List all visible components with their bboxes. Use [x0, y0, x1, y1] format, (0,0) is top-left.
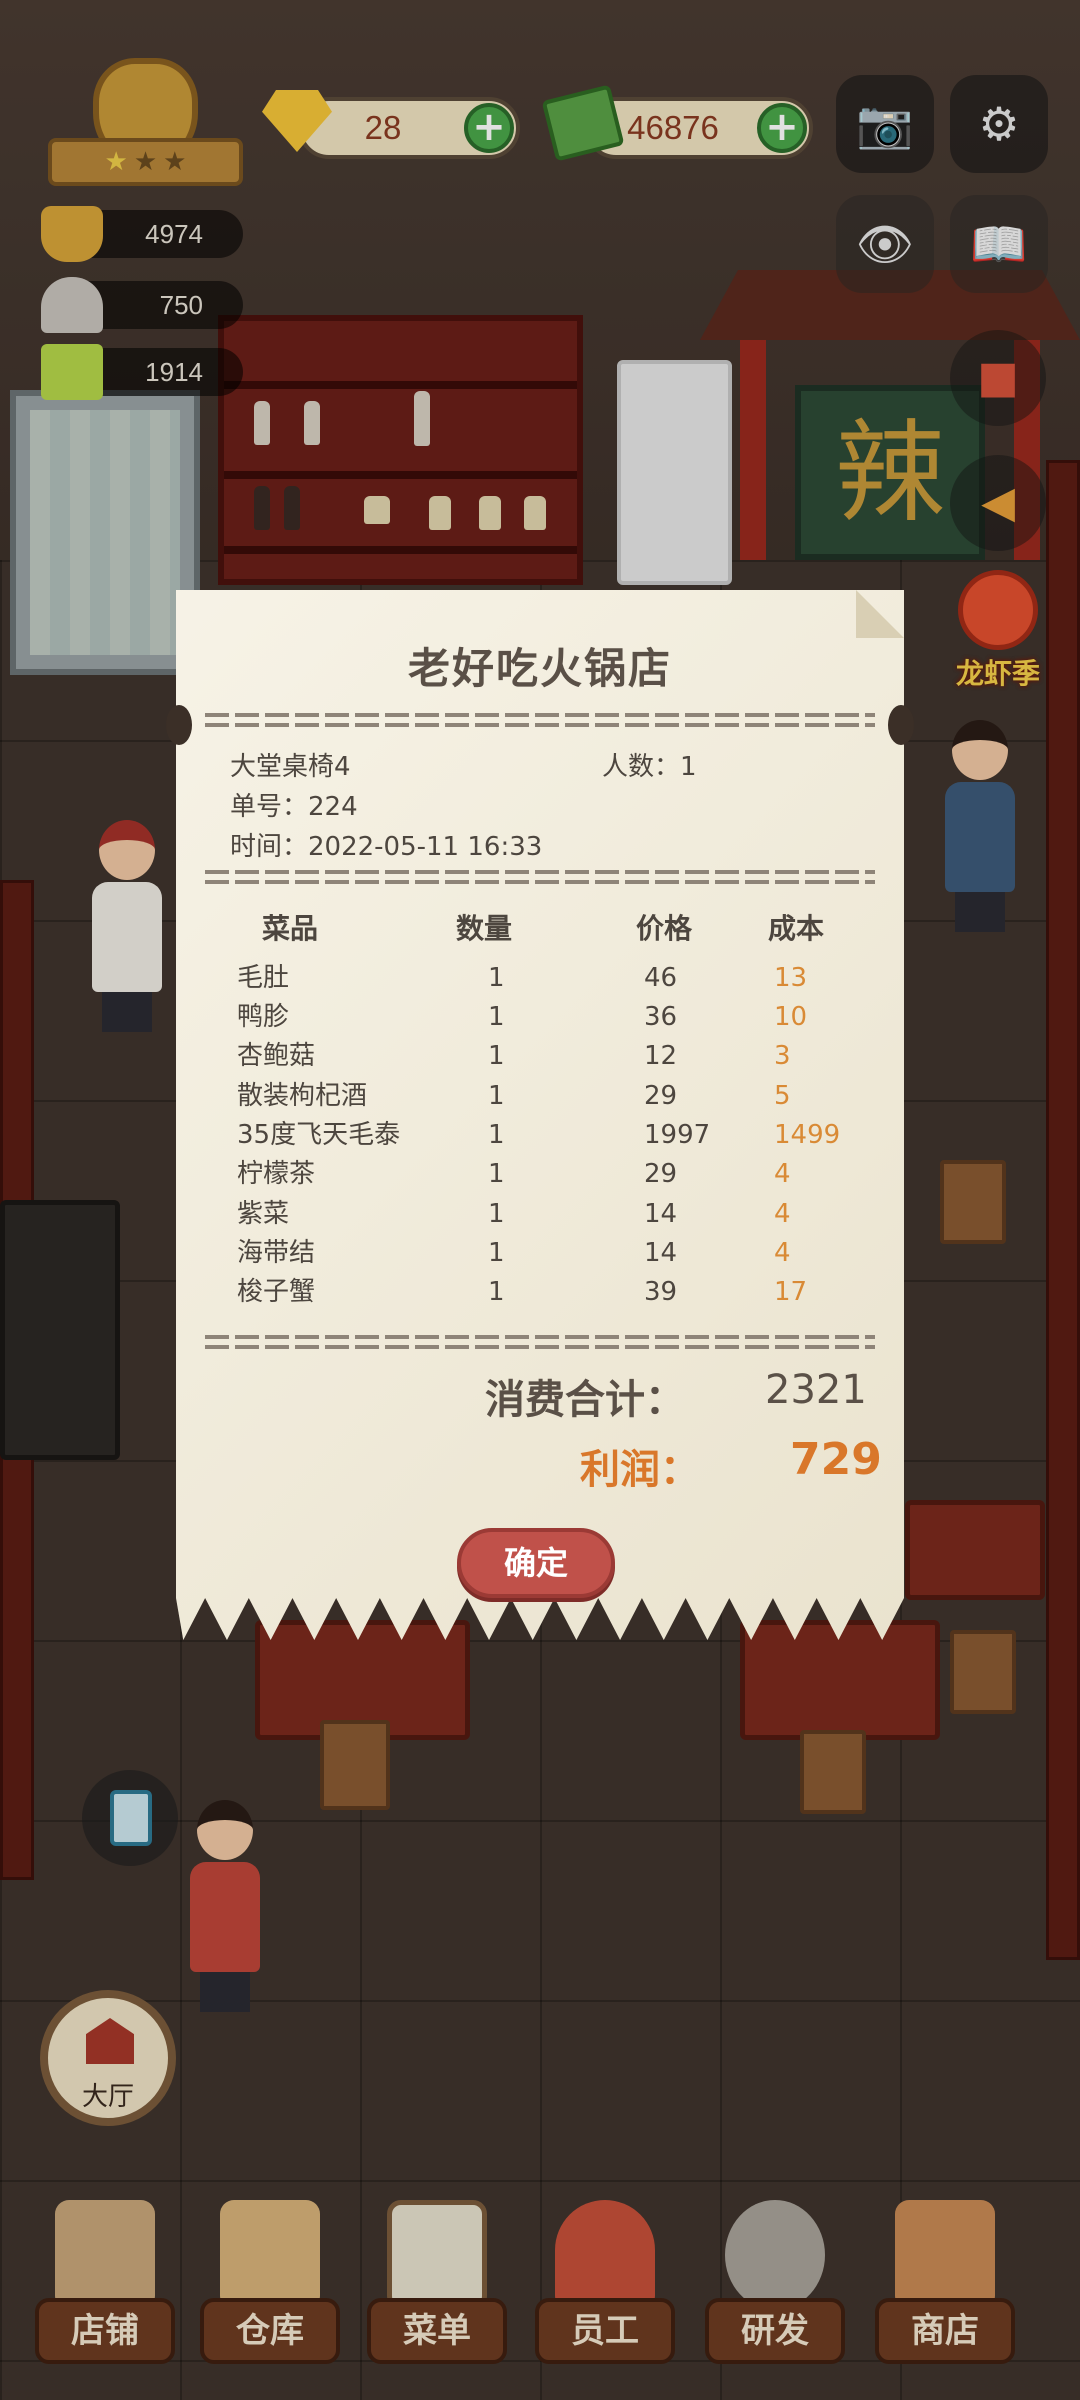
total-value: 2321	[765, 1367, 867, 1413]
column-header-price: 价格	[636, 912, 693, 945]
list-item: 35度飞天毛泰 1 1997 1499	[237, 1120, 841, 1150]
receipt-notch-right	[888, 705, 914, 745]
divider	[205, 713, 875, 729]
list-item: 毛肚 1 46 13	[237, 963, 808, 993]
receipt-title: 老好吃火锅店	[407, 644, 672, 693]
order-number: 单号：224	[230, 792, 358, 822]
list-item: 鸭胗 1 36 10	[237, 1002, 808, 1032]
list-item: 梭子蟹 1 39 17	[237, 1277, 808, 1307]
divider	[205, 1335, 875, 1351]
profit-value: 729	[790, 1434, 882, 1485]
receipt-notch-left	[166, 705, 192, 745]
column-header-cost: 成本	[768, 912, 825, 945]
order-time: 时间：2022-05-11 16:33	[230, 832, 543, 862]
table-label: 大堂桌椅4	[230, 752, 351, 782]
confirm-button[interactable]: 确定	[457, 1528, 615, 1598]
divider	[205, 870, 875, 886]
guest-count: 人数：1	[602, 752, 697, 782]
column-header-item: 菜品	[262, 912, 319, 945]
total-label: 消费合计：	[485, 1377, 685, 1423]
list-item: 杏鲍菇 1 12 3	[237, 1041, 791, 1071]
profit-label: 利润：	[580, 1447, 700, 1493]
list-item: 紫菜 1 14 4	[237, 1199, 791, 1229]
list-item: 散装枸杞酒 1 29 5	[237, 1081, 791, 1111]
list-item: 海带结 1 14 4	[237, 1238, 791, 1268]
column-header-qty: 数量	[456, 912, 513, 945]
list-item: 柠檬茶 1 29 4	[237, 1159, 791, 1189]
